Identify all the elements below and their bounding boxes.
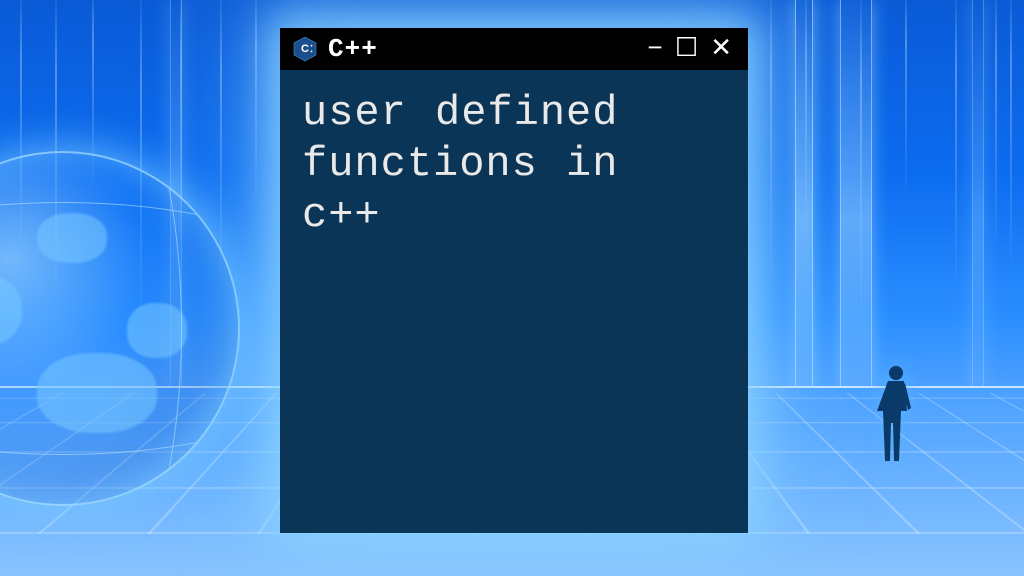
titlebar[interactable]: C + + C++ − ☐ ✕	[280, 28, 748, 70]
svg-text:+: +	[310, 44, 313, 49]
person-silhouette	[876, 363, 916, 468]
svg-text:+: +	[310, 49, 313, 54]
window-title: C++	[328, 34, 378, 64]
window-body: user defined functions in c++	[280, 70, 748, 533]
close-button[interactable]: ✕	[704, 36, 738, 62]
app-window: C + + C++ − ☐ ✕ user defined functions i…	[280, 28, 748, 533]
light-pillar	[972, 0, 984, 440]
light-pillar	[840, 0, 872, 440]
scene: C + + C++ − ☐ ✕ user defined functions i…	[0, 0, 1024, 576]
light-pillar	[795, 0, 813, 440]
maximize-button[interactable]: ☐	[669, 36, 704, 62]
window-content-text: user defined functions in c++	[302, 88, 726, 242]
minimize-button[interactable]: −	[641, 36, 669, 62]
svg-text:C: C	[301, 43, 309, 55]
cpp-logo-icon: C + +	[292, 36, 318, 62]
